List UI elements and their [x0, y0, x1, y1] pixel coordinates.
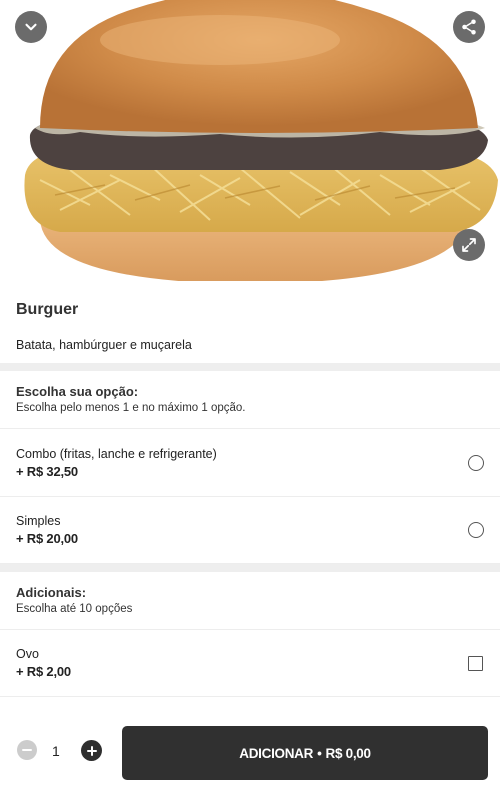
add-button-separator: • — [317, 745, 322, 761]
option-price: + R$ 20,00 — [16, 531, 78, 546]
option-group-header: Escolha sua opção: Escolha pelo menos 1 … — [0, 371, 500, 429]
chevron-down-icon — [25, 23, 37, 31]
addons-group-subtitle: Escolha até 10 opções — [16, 603, 133, 615]
increase-quantity-button[interactable] — [81, 740, 102, 761]
order-footer: 1 ADICIONAR • R$ 0,00 — [0, 713, 500, 786]
collapse-button[interactable] — [15, 11, 47, 43]
share-button[interactable] — [453, 11, 485, 43]
minus-icon — [22, 749, 32, 751]
add-button-label: ADICIONAR — [239, 745, 314, 761]
option-item-simples[interactable]: Simples + R$ 20,00 — [0, 497, 500, 564]
add-to-cart-button[interactable]: ADICIONAR • R$ 0,00 — [122, 726, 488, 780]
product-image — [0, 0, 500, 281]
decrease-quantity-button[interactable] — [17, 740, 37, 760]
option-price: + R$ 32,50 — [16, 464, 78, 479]
plus-icon — [86, 745, 97, 756]
option-item-combo[interactable]: Combo (fritas, lanche e refrigerante) + … — [0, 430, 500, 497]
addon-price: + R$ 2,00 — [16, 664, 71, 679]
expand-image-button[interactable] — [453, 229, 485, 261]
add-button-total: R$ 0,00 — [325, 745, 371, 761]
addon-item-ovo[interactable]: Ovo + R$ 2,00 — [0, 630, 500, 697]
option-radio[interactable] — [468, 455, 484, 471]
quantity-value: 1 — [52, 743, 60, 759]
option-radio[interactable] — [468, 522, 484, 538]
addons-group-title: Adicionais: — [16, 585, 87, 600]
option-name: Simples — [16, 514, 61, 528]
addons-group-header: Adicionais: Escolha até 10 opções — [0, 572, 500, 630]
addon-name: Ovo — [16, 647, 39, 661]
share-icon — [462, 19, 476, 35]
option-group-title: Escolha sua opção: — [16, 384, 139, 399]
product-description: Batata, hambúrguer e muçarela — [16, 338, 192, 352]
burger-image — [24, 0, 498, 281]
section-divider — [0, 564, 500, 572]
addon-checkbox[interactable] — [468, 656, 483, 671]
product-info: Burguer Batata, hambúrguer e muçarela — [0, 281, 500, 363]
expand-icon — [462, 238, 476, 252]
option-name: Combo (fritas, lanche e refrigerante) — [16, 447, 217, 461]
section-divider — [0, 363, 500, 371]
option-group-subtitle: Escolha pelo menos 1 e no máximo 1 opção… — [16, 402, 246, 414]
product-title: Burguer — [16, 301, 79, 318]
